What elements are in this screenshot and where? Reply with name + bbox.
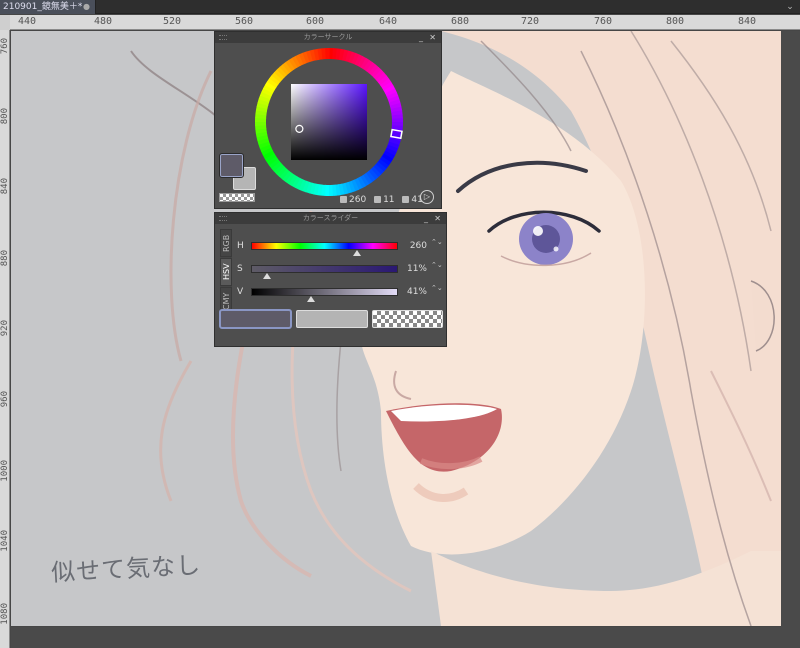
saturation-slider-row: S 11% ⌃⌄ xyxy=(237,262,443,279)
horizontal-ruler: 440 480 520 560 600 640 680 720 760 800 … xyxy=(10,15,800,30)
hue-slider-knob[interactable] xyxy=(353,250,362,256)
saturation-slider-value[interactable]: 11% xyxy=(401,262,427,276)
sub-color-swatch[interactable] xyxy=(296,310,368,328)
color-slider-palette: カラースライダー _ ✕ RGB HSV CMY H 260 ⌃⌄ S 11% … xyxy=(214,212,447,347)
ruler-left-label: 1000 xyxy=(0,460,10,482)
tab-rgb[interactable]: RGB xyxy=(220,229,232,257)
ruler-top-label: 760 xyxy=(594,16,613,27)
value-label: V xyxy=(237,287,244,297)
transparent-color-swatch[interactable] xyxy=(219,193,255,202)
vertical-scrollbar[interactable] xyxy=(781,31,800,627)
vertical-ruler: 760 800 840 880 920 960 1000 1040 1080 xyxy=(0,15,10,648)
clip-studio-window: 210901_鏡無美＋* ● ⌄ 440 480 520 560 600 640… xyxy=(0,0,800,648)
ruler-top-label: 520 xyxy=(163,16,182,27)
close-icon[interactable]: ✕ xyxy=(434,213,441,224)
saturation-spin-icon[interactable]: ⌃⌄ xyxy=(431,262,443,276)
saturation-slider[interactable] xyxy=(251,265,398,273)
color-slider-title: カラースライダー xyxy=(302,214,359,222)
document-tab-bar: 210901_鏡無美＋* ● ⌄ xyxy=(0,0,800,14)
ruler-left-label: 840 xyxy=(0,178,10,195)
tab-hsv[interactable]: HSV xyxy=(220,258,232,286)
horizontal-scrollbar[interactable] xyxy=(11,627,800,648)
minimize-icon[interactable]: _ xyxy=(424,213,428,224)
ruler-corner xyxy=(0,15,10,30)
ruler-top-label: 720 xyxy=(521,16,540,27)
ruler-top-label: 600 xyxy=(306,16,325,27)
ruler-top-label: 560 xyxy=(235,16,254,27)
document-tab[interactable]: 210901_鏡無美＋* ● xyxy=(0,0,96,14)
tab-menu-chevron-icon[interactable]: ⌄ xyxy=(784,0,796,14)
ruler-top-label: 440 xyxy=(18,16,37,27)
document-tab-title: 210901_鏡無美＋* xyxy=(3,2,83,12)
value-spin-icon[interactable]: ⌃⌄ xyxy=(431,285,443,299)
main-drawing-color-swatch[interactable] xyxy=(219,153,244,178)
hue-spin-icon[interactable]: ⌃⌄ xyxy=(431,239,443,253)
color-wheel-palette: カラーサークル _ ✕ 260 11 41 ▷ xyxy=(214,31,442,209)
ruler-left-label: 760 xyxy=(0,38,10,55)
ruler-left-label: 920 xyxy=(0,320,10,337)
color-wheel-title: カラーサークル xyxy=(303,33,353,41)
wheel-mode-toggle-icon[interactable]: ▷ xyxy=(420,190,434,204)
value-slider-value[interactable]: 41% xyxy=(401,285,427,299)
ruler-top-label: 680 xyxy=(451,16,470,27)
ruler-left-label: 1040 xyxy=(0,530,10,552)
ruler-top-label: 480 xyxy=(94,16,113,27)
main-color-swatch[interactable] xyxy=(219,309,292,329)
value-slider-knob[interactable] xyxy=(307,296,316,302)
saturation-label: S xyxy=(237,264,243,274)
document-tab-close-icon[interactable]: ● xyxy=(83,0,90,14)
ruler-left-label: 800 xyxy=(0,108,10,125)
value-icon xyxy=(402,196,410,203)
hue-icon xyxy=(340,196,347,203)
hue-slider[interactable] xyxy=(251,242,398,250)
ruler-top-label: 800 xyxy=(666,16,685,27)
minimize-icon[interactable]: _ xyxy=(419,32,423,43)
ruler-top-label: 640 xyxy=(379,16,398,27)
hue-ring[interactable] xyxy=(253,46,405,198)
value-slider[interactable] xyxy=(251,288,398,296)
hsv-readout: 260 11 41 xyxy=(340,195,428,205)
hue-slider-row: H 260 ⌃⌄ xyxy=(237,239,443,256)
color-mode-tabs: RGB HSV CMY xyxy=(220,229,232,315)
saturation-slider-knob[interactable] xyxy=(263,273,272,279)
ruler-left-label: 1080 xyxy=(0,603,10,625)
color-slider-titlebar[interactable]: カラースライダー _ ✕ xyxy=(215,213,446,224)
ruler-top-label: 840 xyxy=(738,16,757,27)
palette-grip-icon[interactable] xyxy=(219,216,227,221)
close-icon[interactable]: ✕ xyxy=(429,32,436,43)
color-wheel-titlebar[interactable]: カラーサークル _ ✕ xyxy=(215,32,441,43)
hue-value: 260 xyxy=(349,195,367,205)
hue-slider-value[interactable]: 260 xyxy=(401,239,427,253)
saturation-icon xyxy=(374,196,382,203)
value-slider-row: V 41% ⌃⌄ xyxy=(237,285,443,302)
palette-grip-icon[interactable] xyxy=(219,35,227,40)
transparent-swatch[interactable] xyxy=(372,310,443,328)
ruler-left-label: 960 xyxy=(0,391,10,408)
saturation-value: 11 xyxy=(383,195,395,205)
hue-label: H xyxy=(237,241,244,251)
ruler-left-label: 880 xyxy=(0,250,10,267)
